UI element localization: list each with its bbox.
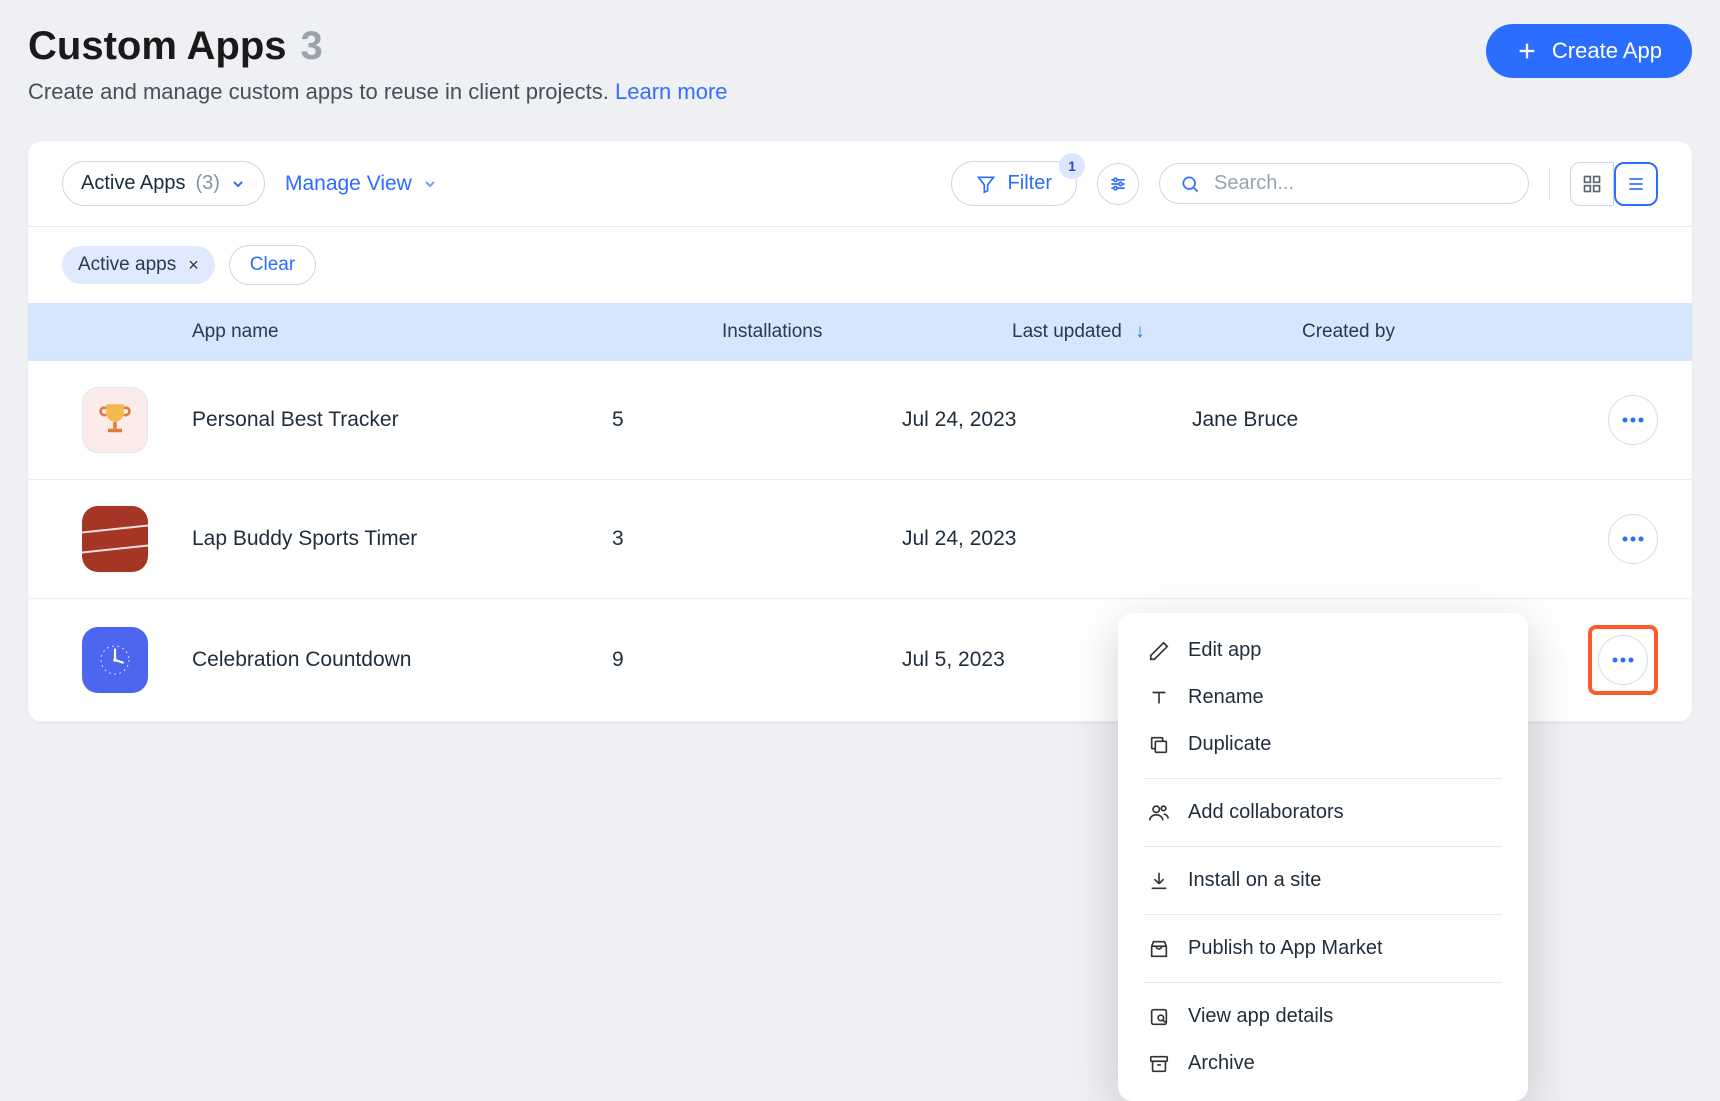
app-count: 3 bbox=[301, 24, 323, 69]
col-last-updated[interactable]: Last updated ↓ bbox=[1012, 321, 1302, 343]
sliders-icon bbox=[1108, 174, 1128, 194]
filter-button[interactable]: Filter bbox=[951, 161, 1077, 206]
list-icon bbox=[1626, 174, 1646, 194]
grid-view-button[interactable] bbox=[1570, 162, 1614, 206]
pencil-icon bbox=[1148, 640, 1170, 662]
app-name-cell: Celebration Countdown bbox=[192, 648, 612, 672]
menu-divider bbox=[1144, 982, 1502, 983]
menu-divider bbox=[1144, 778, 1502, 779]
row-context-menu: Edit app Rename Duplicate Add collaborat… bbox=[1118, 613, 1528, 1101]
search-input[interactable] bbox=[1214, 172, 1508, 195]
more-icon bbox=[1612, 657, 1634, 663]
grid-icon bbox=[1582, 174, 1602, 194]
page-subtitle: Create and manage custom apps to reuse i… bbox=[28, 79, 728, 105]
users-icon bbox=[1148, 802, 1170, 824]
app-name-cell: Lap Buddy Sports Timer bbox=[192, 527, 612, 551]
installations-cell: 3 bbox=[612, 527, 902, 551]
view-selector[interactable]: Active Apps (3) bbox=[62, 161, 265, 206]
text-icon bbox=[1148, 687, 1170, 709]
settings-sliders-button[interactable] bbox=[1097, 163, 1139, 205]
duplicate-icon bbox=[1148, 734, 1170, 756]
menu-edit-app[interactable]: Edit app bbox=[1118, 627, 1528, 674]
chevron-down-icon bbox=[422, 176, 438, 192]
sort-desc-icon: ↓ bbox=[1135, 321, 1145, 342]
page-title: Custom Apps 3 bbox=[28, 24, 728, 69]
row-actions-button[interactable] bbox=[1598, 635, 1648, 685]
menu-duplicate[interactable]: Duplicate bbox=[1118, 721, 1528, 768]
create-app-button[interactable]: Create App bbox=[1486, 24, 1692, 78]
archive-icon bbox=[1148, 1053, 1170, 1075]
menu-add-collaborators[interactable]: Add collaborators bbox=[1118, 789, 1528, 836]
table-header: App name Installations Last updated ↓ Cr… bbox=[28, 303, 1692, 361]
app-name-cell: Personal Best Tracker bbox=[192, 408, 612, 432]
col-app-name[interactable]: App name bbox=[192, 321, 722, 343]
more-icon bbox=[1622, 417, 1644, 423]
col-created-by[interactable]: Created by bbox=[1302, 321, 1538, 343]
app-icon-track bbox=[82, 506, 148, 572]
highlighted-actions-button bbox=[1588, 625, 1658, 695]
last-updated-cell: Jul 24, 2023 bbox=[902, 408, 1192, 432]
menu-install-site[interactable]: Install on a site bbox=[1118, 857, 1528, 904]
app-icon-trophy bbox=[82, 387, 148, 453]
menu-divider bbox=[1144, 914, 1502, 915]
table-row[interactable]: Personal Best Tracker 5 Jul 24, 2023 Jan… bbox=[28, 361, 1692, 480]
menu-publish-market[interactable]: Publish to App Market bbox=[1118, 925, 1528, 972]
row-actions-button[interactable] bbox=[1608, 514, 1658, 564]
installations-cell: 5 bbox=[612, 408, 902, 432]
last-updated-cell: Jul 24, 2023 bbox=[902, 527, 1192, 551]
menu-divider bbox=[1144, 846, 1502, 847]
learn-more-link[interactable]: Learn more bbox=[615, 79, 728, 104]
menu-archive[interactable]: Archive bbox=[1118, 1040, 1528, 1087]
app-icon-clock bbox=[82, 627, 148, 693]
row-actions-button[interactable] bbox=[1608, 395, 1658, 445]
filter-chip-active-apps[interactable]: Active apps × bbox=[62, 246, 215, 284]
installations-cell: 9 bbox=[612, 648, 902, 672]
table-row[interactable]: Lap Buddy Sports Timer 3 Jul 24, 2023 bbox=[28, 480, 1692, 599]
chevron-down-icon bbox=[230, 176, 246, 192]
clear-filters-button[interactable]: Clear bbox=[229, 245, 316, 285]
search-icon bbox=[1180, 174, 1200, 194]
col-installations[interactable]: Installations bbox=[722, 321, 1012, 343]
filter-icon bbox=[976, 174, 996, 194]
plus-icon bbox=[1516, 40, 1538, 62]
menu-view-details[interactable]: View app details bbox=[1118, 993, 1528, 1040]
more-icon bbox=[1622, 536, 1644, 542]
list-view-button[interactable] bbox=[1614, 162, 1658, 206]
download-icon bbox=[1148, 870, 1170, 892]
search-input-wrap[interactable] bbox=[1159, 163, 1529, 204]
divider bbox=[1549, 167, 1550, 201]
filter-count-badge: 1 bbox=[1059, 153, 1085, 179]
details-icon bbox=[1148, 1006, 1170, 1028]
created-by-cell: Jane Bruce bbox=[1192, 408, 1538, 432]
menu-rename[interactable]: Rename bbox=[1118, 674, 1528, 721]
manage-view-button[interactable]: Manage View bbox=[285, 172, 438, 196]
chip-remove-icon[interactable]: × bbox=[188, 255, 199, 276]
store-icon bbox=[1148, 938, 1170, 960]
